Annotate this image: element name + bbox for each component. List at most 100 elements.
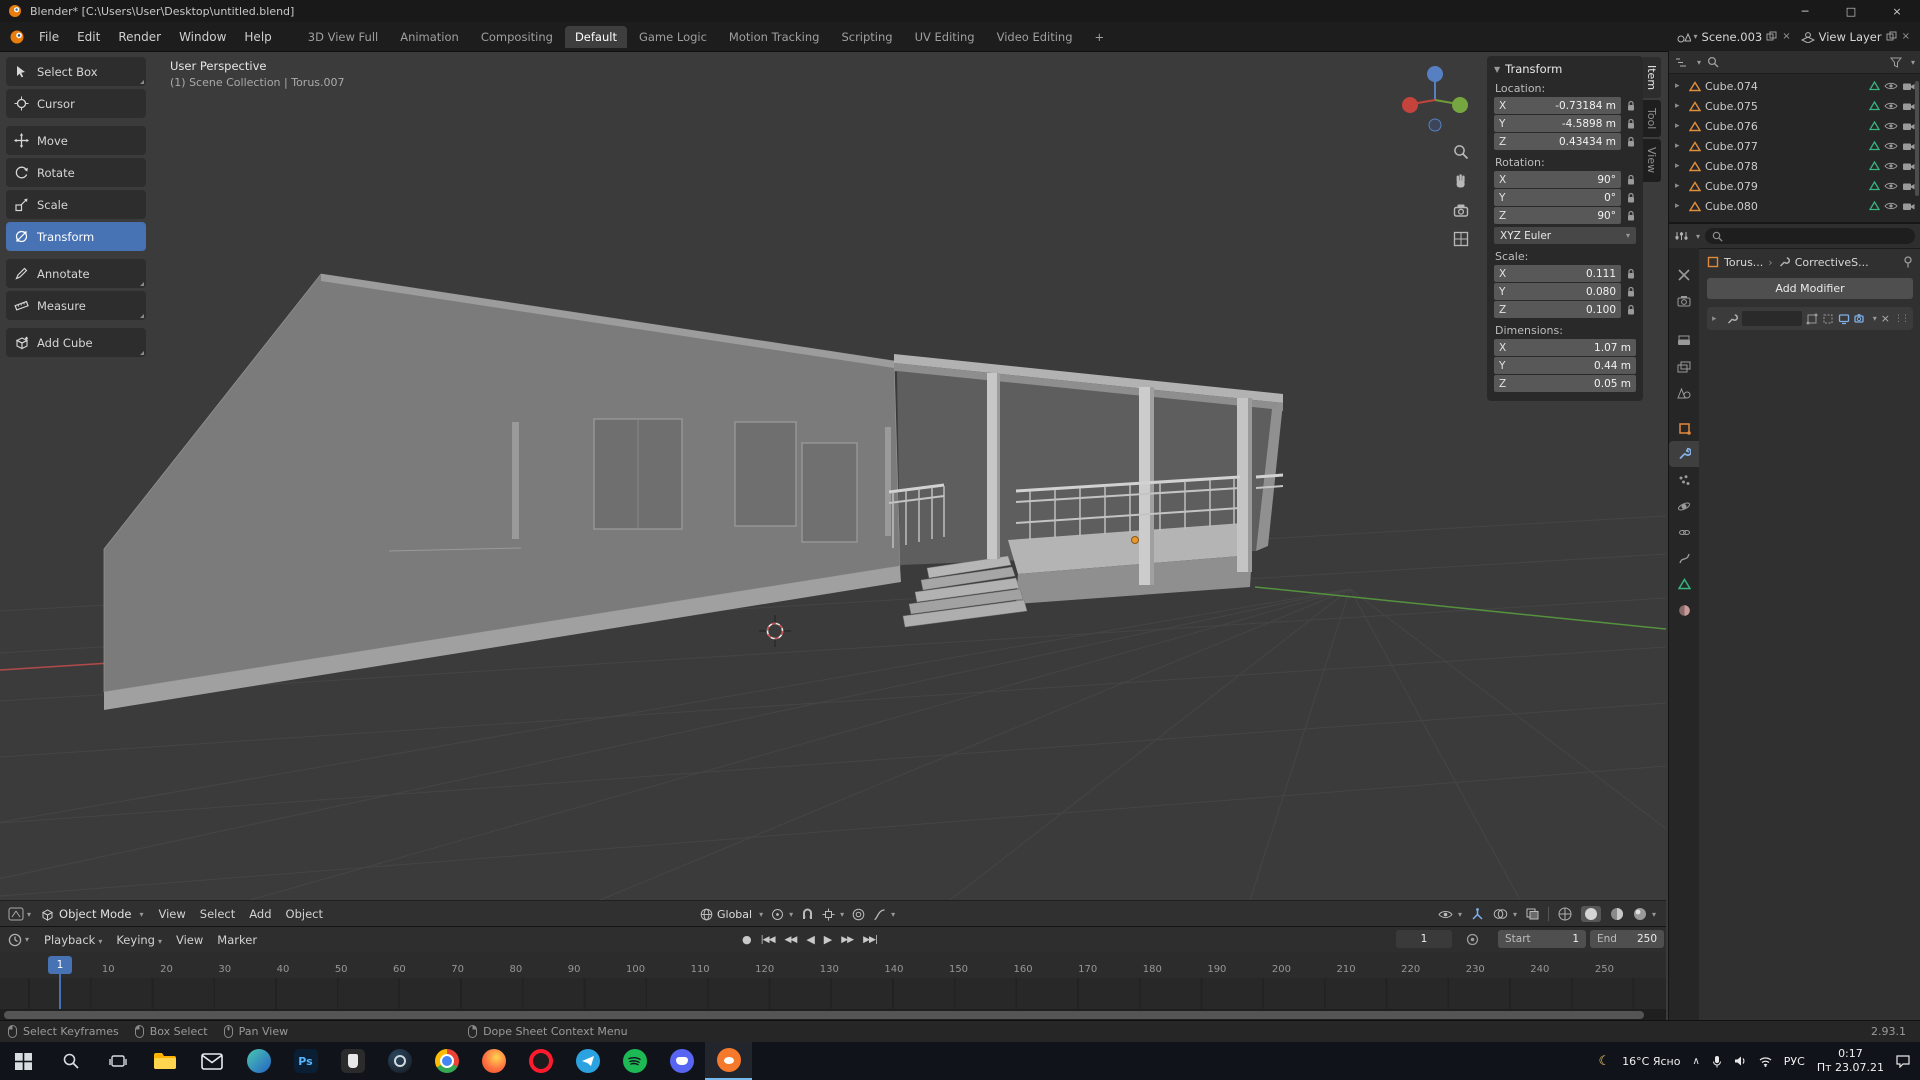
browse-scene-icon[interactable]: ▾: [1694, 32, 1698, 41]
expand-icon[interactable]: ▸: [1675, 161, 1685, 171]
disable-render-camera-icon[interactable]: [1902, 161, 1915, 171]
viewport-menu-select[interactable]: Select: [193, 907, 242, 921]
workspace-tab-animation[interactable]: Animation: [390, 26, 469, 48]
navigation-gizmo[interactable]: [1397, 62, 1473, 138]
tool-select-box[interactable]: Select Box: [6, 57, 146, 86]
hide-eye-icon[interactable]: [1884, 101, 1898, 111]
proportional-editing-icon[interactable]: [852, 908, 865, 921]
close-button[interactable]: ×: [1874, 0, 1920, 22]
taskbar-search-button[interactable]: [47, 1042, 94, 1080]
timeline-menu-marker[interactable]: Marker: [210, 933, 264, 947]
timeline-editor-icon[interactable]: [8, 933, 22, 947]
tool-scale[interactable]: Scale: [6, 190, 146, 219]
outliner-scrollbar[interactable]: [1915, 81, 1919, 196]
workspace-tab-3d-view-full[interactable]: 3D View Full: [298, 26, 388, 48]
snap-with-dropdown[interactable]: ▾: [822, 908, 844, 921]
editor-type-chevron-icon[interactable]: ▾: [27, 910, 31, 919]
app-epic-games[interactable]: [329, 1042, 376, 1080]
scene-3d-view[interactable]: [0, 51, 1666, 900]
auto-keying-icon[interactable]: [1466, 933, 1479, 946]
disable-render-camera-icon[interactable]: [1902, 141, 1915, 151]
location-y-field[interactable]: Y-4.5898 m: [1494, 115, 1621, 132]
prev-keyframe-button[interactable]: ◀◀: [780, 935, 800, 945]
jump-to-end-button[interactable]: ▶▶|: [859, 935, 881, 945]
scrollbar-handle[interactable]: [4, 1011, 1644, 1019]
hide-eye-icon[interactable]: [1884, 181, 1898, 191]
shading-rendered-dropdown[interactable]: ▾: [1633, 907, 1656, 921]
display-render-icon[interactable]: [1854, 313, 1866, 324]
minimize-button[interactable]: ─: [1782, 0, 1828, 22]
modifier-extras-icon[interactable]: ▾: [1873, 314, 1877, 323]
tool-move[interactable]: Move: [6, 126, 146, 155]
disable-render-camera-icon[interactable]: [1902, 201, 1915, 211]
app-blender[interactable]: [705, 1042, 752, 1080]
outliner-row-cube075[interactable]: ▸ Cube.075: [1669, 96, 1920, 116]
new-scene-icon[interactable]: [1766, 31, 1777, 42]
scene-name[interactable]: Scene.003: [1702, 30, 1763, 44]
expand-icon[interactable]: ▸: [1675, 81, 1685, 91]
lock-icon[interactable]: [1626, 174, 1636, 186]
menu-edit[interactable]: Edit: [68, 30, 109, 44]
tab-scene[interactable]: [1669, 380, 1699, 406]
building-model[interactable]: [104, 274, 1283, 710]
app-edge[interactable]: [235, 1042, 282, 1080]
viewport-menu-add[interactable]: Add: [242, 907, 278, 921]
lock-icon[interactable]: [1626, 118, 1636, 130]
viewport-menu-view[interactable]: View: [151, 907, 192, 921]
playhead-line[interactable]: [59, 973, 61, 1009]
hide-eye-icon[interactable]: [1884, 121, 1898, 131]
expand-icon[interactable]: ▸: [1675, 121, 1685, 131]
modifier-panel-header[interactable]: ▸ ▾ × ⋮⋮: [1707, 307, 1913, 330]
outliner-row-cube080[interactable]: ▸ Cube.080: [1669, 196, 1920, 216]
lock-icon[interactable]: [1626, 210, 1636, 222]
dimensions-z-field[interactable]: Z0.05 m: [1494, 375, 1636, 392]
tray-expand-icon[interactable]: ∧: [1692, 1056, 1699, 1067]
hide-eye-icon[interactable]: [1884, 81, 1898, 91]
task-view-button[interactable]: [94, 1042, 141, 1080]
jump-to-start-button[interactable]: |◀◀: [757, 935, 779, 945]
remove-view-layer-icon[interactable]: ×: [1902, 31, 1910, 42]
timeline-ruler[interactable]: 1 10 20 30 40 50 60 70 80 90 100 110 120…: [0, 952, 1666, 978]
outliner-row-cube077[interactable]: ▸ Cube.077: [1669, 136, 1920, 156]
chevron-down-icon[interactable]: ▾: [25, 935, 29, 944]
sidebar-tab-tool[interactable]: Tool: [1643, 100, 1661, 137]
tab-effects[interactable]: [1669, 545, 1699, 571]
outliner-row-cube079[interactable]: ▸ Cube.079: [1669, 176, 1920, 196]
disable-render-camera-icon[interactable]: [1902, 181, 1915, 191]
display-cage-icon[interactable]: [1822, 313, 1834, 325]
record-button[interactable]: ●: [738, 933, 755, 946]
tool-measure[interactable]: Measure: [6, 291, 146, 320]
app-mail[interactable]: [188, 1042, 235, 1080]
rotation-x-field[interactable]: X90°: [1494, 171, 1621, 188]
toggle-perspective-icon[interactable]: [1452, 230, 1470, 248]
weather-label[interactable]: 16°C Ясно: [1622, 1055, 1680, 1068]
timeline-menu-view[interactable]: View: [169, 933, 210, 947]
pan-hand-icon[interactable]: [1452, 172, 1470, 190]
orientation-dropdown[interactable]: Global ▾: [700, 908, 763, 921]
next-keyframe-button[interactable]: ▶▶: [837, 935, 857, 945]
current-frame-field[interactable]: 1: [1396, 930, 1452, 948]
properties-search-field[interactable]: [1705, 228, 1915, 244]
lock-icon[interactable]: [1626, 192, 1636, 204]
workspace-tab-default[interactable]: Default: [565, 26, 627, 48]
view-layer-name[interactable]: View Layer: [1819, 30, 1882, 44]
app-steam[interactable]: [376, 1042, 423, 1080]
disable-render-camera-icon[interactable]: [1902, 101, 1915, 111]
current-frame-marker[interactable]: 1: [48, 956, 72, 974]
expand-modifier-icon[interactable]: ▸: [1712, 314, 1722, 324]
start-button[interactable]: [0, 1042, 47, 1080]
disable-render-camera-icon[interactable]: [1902, 121, 1915, 131]
tab-modifiers[interactable]: [1669, 441, 1699, 467]
sidebar-tab-view[interactable]: View: [1643, 139, 1661, 181]
workspace-tab-compositing[interactable]: Compositing: [471, 26, 563, 48]
menu-help[interactable]: Help: [235, 30, 280, 44]
location-z-field[interactable]: Z0.43434 m: [1494, 133, 1621, 150]
clock[interactable]: 0:17 Пт 23.07.21: [1817, 1047, 1884, 1076]
rotation-z-field[interactable]: Z90°: [1494, 207, 1621, 224]
lock-icon[interactable]: [1626, 268, 1636, 280]
display-realtime-icon[interactable]: [1838, 313, 1850, 325]
pin-icon[interactable]: [1903, 256, 1913, 268]
workspace-tab-uv-editing[interactable]: UV Editing: [905, 26, 985, 48]
tool-transform[interactable]: Transform: [6, 222, 146, 251]
dopesheet-track-area[interactable]: [0, 978, 1666, 1009]
